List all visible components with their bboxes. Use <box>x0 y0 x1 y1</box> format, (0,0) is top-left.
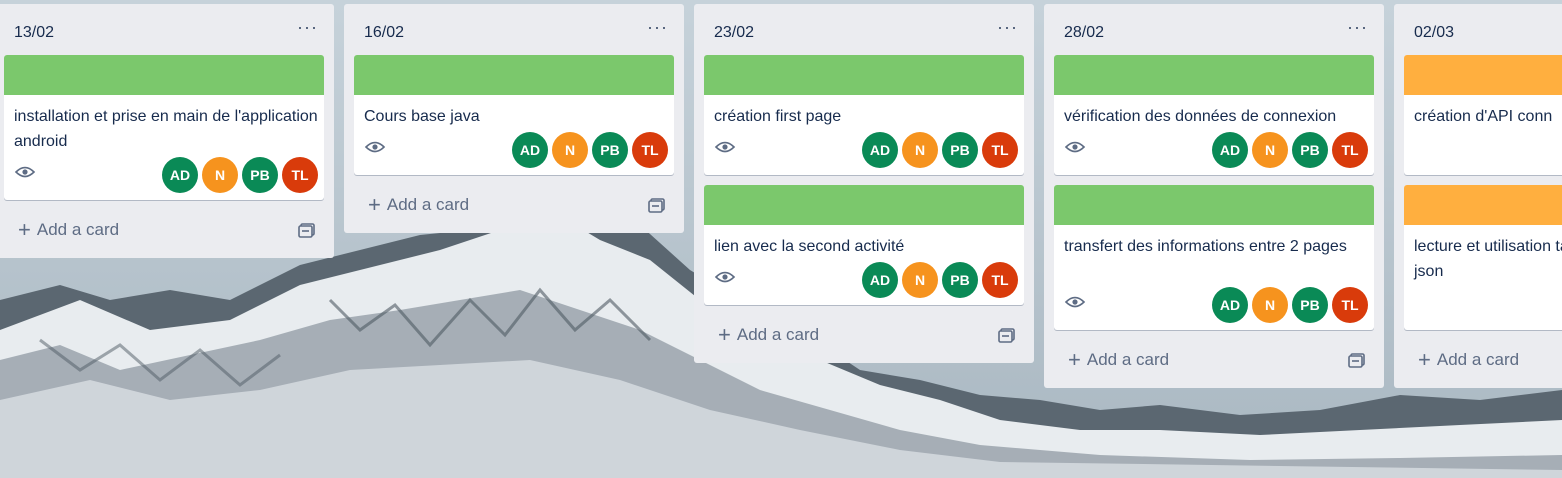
add-card-button[interactable]: + Add a card <box>1068 347 1170 372</box>
card[interactable]: lecture et utilisation tableau json <box>1404 185 1562 330</box>
card-title: transfert des informations entre 2 pages <box>1064 238 1347 255</box>
eye-icon <box>1064 141 1086 153</box>
more-icon[interactable]: ··· <box>647 18 668 36</box>
add-card-label: Add a card <box>36 220 120 239</box>
card[interactable]: transfert des informations entre 2 pages… <box>1054 185 1374 330</box>
avatar-ad[interactable]: AD <box>862 132 898 168</box>
card-title: Cours base java <box>364 108 480 125</box>
card[interactable]: vérification des données de connexion AD… <box>1054 55 1374 175</box>
avatar-n[interactable]: N <box>902 132 938 168</box>
card-members: AD N PB TL <box>162 157 318 193</box>
list-title[interactable]: 23/02 <box>714 24 754 42</box>
plus-icon: + <box>18 217 31 242</box>
card-members: AD N PB TL <box>1212 287 1368 323</box>
avatar-n[interactable]: N <box>902 262 938 298</box>
list-28-02: 28/02 ··· vérification des données de co… <box>1044 4 1384 388</box>
list-header: 02/03 <box>1394 4 1562 54</box>
card-label-green[interactable] <box>704 185 1024 225</box>
card-template-icon[interactable] <box>1348 352 1366 368</box>
list-title[interactable]: 13/02 <box>14 24 54 42</box>
card-members: AD N PB TL <box>512 132 668 168</box>
card-label-green[interactable] <box>1054 55 1374 95</box>
eye-icon <box>364 141 386 153</box>
list-title[interactable]: 02/03 <box>1414 24 1454 42</box>
card[interactable]: lien avec la second activité AD N PB TL <box>704 185 1024 305</box>
eye-icon <box>14 166 36 178</box>
list-23-02: 23/02 ··· création first page AD N PB TL… <box>694 4 1034 363</box>
add-card-button[interactable]: + Add a card <box>1418 347 1520 372</box>
card-template-icon[interactable] <box>998 327 1016 343</box>
card-title: installation et prise en main de l'appli… <box>14 108 318 150</box>
card-title: lecture et utilisation tableau json <box>1414 238 1562 280</box>
avatar-ad[interactable]: AD <box>512 132 548 168</box>
avatar-ad[interactable]: AD <box>1212 287 1248 323</box>
list-header: 16/02 ··· <box>344 4 684 54</box>
plus-icon: + <box>368 192 381 217</box>
more-icon[interactable]: ··· <box>997 18 1018 36</box>
card-label-orange[interactable] <box>1404 55 1562 95</box>
eye-icon <box>714 141 736 153</box>
add-card-label: Add a card <box>736 325 820 344</box>
card[interactable]: installation et prise en main de l'appli… <box>4 55 324 200</box>
card-label-green[interactable] <box>354 55 674 95</box>
avatar-pb[interactable]: PB <box>242 157 278 193</box>
list-title[interactable]: 16/02 <box>364 24 404 42</box>
card-template-icon[interactable] <box>648 197 666 213</box>
avatar-tl[interactable]: TL <box>282 157 318 193</box>
add-card-button[interactable]: + Add a card <box>18 217 120 242</box>
avatar-tl[interactable]: TL <box>982 132 1018 168</box>
list-header: 28/02 ··· <box>1044 4 1384 54</box>
card-members: AD N PB TL <box>1212 132 1368 168</box>
eye-icon <box>1064 296 1086 308</box>
add-card-button[interactable]: + Add a card <box>368 192 470 217</box>
card[interactable]: Cours base java AD N PB TL <box>354 55 674 175</box>
avatar-tl[interactable]: TL <box>982 262 1018 298</box>
avatar-n[interactable]: N <box>1252 287 1288 323</box>
list-title[interactable]: 28/02 <box>1064 24 1104 42</box>
list-header: 13/02 ··· <box>0 4 334 54</box>
more-icon[interactable]: ··· <box>297 18 318 36</box>
card-title: lien avec la second activité <box>714 238 905 255</box>
avatar-n[interactable]: N <box>552 132 588 168</box>
plus-icon: + <box>1068 347 1081 372</box>
avatar-ad[interactable]: AD <box>162 157 198 193</box>
avatar-pb[interactable]: PB <box>942 132 978 168</box>
card-title: création d'API conn <box>1414 108 1553 125</box>
card-members: AD N PB TL <box>862 262 1018 298</box>
avatar-tl[interactable]: TL <box>1332 287 1368 323</box>
add-card-label: Add a card <box>386 195 470 214</box>
more-icon[interactable]: ··· <box>1347 18 1368 36</box>
card[interactable]: création first page AD N PB TL <box>704 55 1024 175</box>
avatar-ad[interactable]: AD <box>1212 132 1248 168</box>
plus-icon: + <box>718 322 731 347</box>
avatar-n[interactable]: N <box>1252 132 1288 168</box>
add-card-label: Add a card <box>1086 350 1170 369</box>
avatar-pb[interactable]: PB <box>942 262 978 298</box>
add-card-button[interactable]: + Add a card <box>718 322 820 347</box>
avatar-ad[interactable]: AD <box>862 262 898 298</box>
list-header: 23/02 ··· <box>694 4 1034 54</box>
list-16-02: 16/02 ··· Cours base java AD N PB TL + A… <box>344 4 684 233</box>
card[interactable]: création d'API conn <box>1404 55 1562 175</box>
avatar-pb[interactable]: PB <box>592 132 628 168</box>
card-title: vérification des données de connexion <box>1064 108 1337 125</box>
list-02-03: 02/03 création d'API conn lecture et uti… <box>1394 4 1562 388</box>
avatar-tl[interactable]: TL <box>1332 132 1368 168</box>
eye-icon <box>714 271 736 283</box>
card-label-green[interactable] <box>4 55 324 95</box>
avatar-pb[interactable]: PB <box>1292 132 1328 168</box>
card-members: AD N PB TL <box>862 132 1018 168</box>
card-label-green[interactable] <box>1054 185 1374 225</box>
card-label-orange[interactable] <box>1404 185 1562 225</box>
board: 13/02 ··· installation et prise en main … <box>0 0 1562 478</box>
card-title: création first page <box>714 108 842 125</box>
list-13-02: 13/02 ··· installation et prise en main … <box>0 4 334 258</box>
card-label-green[interactable] <box>704 55 1024 95</box>
card-template-icon[interactable] <box>298 222 316 238</box>
avatar-pb[interactable]: PB <box>1292 287 1328 323</box>
avatar-n[interactable]: N <box>202 157 238 193</box>
add-card-label: Add a card <box>1436 350 1520 369</box>
avatar-tl[interactable]: TL <box>632 132 668 168</box>
plus-icon: + <box>1418 347 1431 372</box>
